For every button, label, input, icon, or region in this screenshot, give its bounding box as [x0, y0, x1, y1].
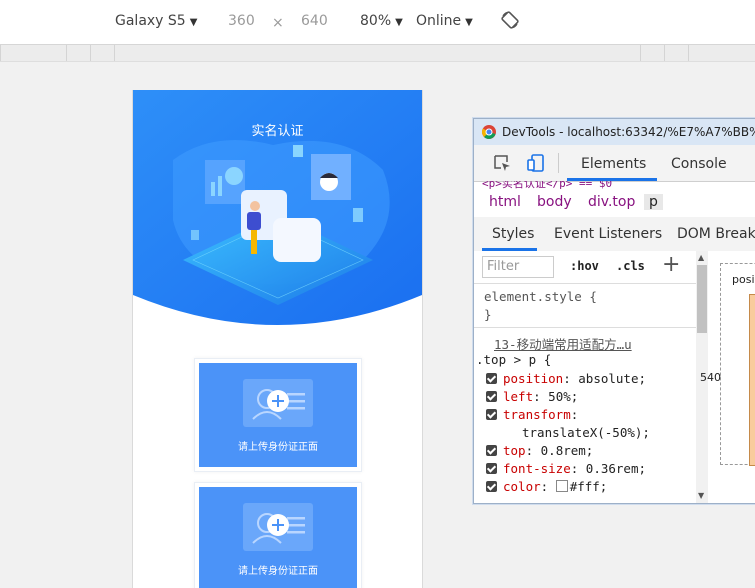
scrollbar-thumb[interactable] [697, 265, 707, 333]
declaration-checkbox[interactable] [486, 463, 497, 474]
style-declaration: top: 0.8rem; [486, 443, 593, 458]
declaration-property[interactable]: font-size [503, 461, 571, 476]
device-viewport: 实名认证 请上传身份证正面 请上传身份证正面 [132, 90, 423, 588]
devtools-titlebar[interactable]: DevTools - localhost:63342/%E7%A7%BB%E [474, 119, 755, 145]
declaration-property[interactable]: left [503, 389, 533, 404]
page-title: 实名认证 [251, 124, 304, 139]
tab-console[interactable]: Console [671, 156, 727, 172]
box-model-position-label: posi [732, 273, 755, 286]
dom-node-text: <p>实名认证</p> == $0 [482, 181, 613, 189]
declaration-checkbox[interactable] [486, 481, 497, 492]
styles-filter-input[interactable]: Filter [482, 256, 554, 278]
styles-subtabs: Styles Event Listeners DOM Breakp [474, 217, 755, 252]
declaration-checkbox[interactable] [486, 409, 497, 420]
declaration-value[interactable]: 0.36rem; [586, 461, 646, 476]
width-input[interactable]: 360 [228, 13, 255, 29]
rule-selector: .top > p { [476, 352, 552, 367]
zoom-select[interactable]: 80% ▼ [360, 13, 403, 29]
new-style-rule-icon[interactable]: + [662, 252, 680, 277]
id-card-add-icon [243, 503, 313, 551]
style-declaration: transform: [486, 407, 578, 422]
tab-elements[interactable]: Elements [581, 156, 646, 172]
upload-card-front[interactable]: 请上传身份证正面 [194, 358, 362, 472]
device-select-label: Galaxy S5 [115, 13, 186, 29]
upload-area[interactable]: 请上传身份证正面 [199, 487, 357, 588]
element-style-close: } [484, 307, 492, 322]
box-model-content [749, 294, 755, 466]
caret-down-icon: ▼ [395, 17, 403, 28]
breadcrumb-p[interactable]: p [644, 194, 663, 210]
declaration-checkbox[interactable] [486, 391, 497, 402]
upload-card-back[interactable]: 请上传身份证正面 [194, 482, 362, 588]
class-toggle[interactable]: .cls [616, 259, 645, 273]
declaration-value[interactable]: 0.8rem; [541, 443, 594, 458]
upload-card-label: 请上传身份证正面 [238, 566, 318, 577]
stylesheet-source-link[interactable]: 13-移动端常用适配方…u [494, 334, 632, 353]
declaration-property[interactable]: position [503, 371, 563, 386]
media-query-ruler[interactable] [0, 45, 755, 62]
styles-filter-row: Filter :hov .cls + [474, 251, 696, 284]
devtools-window-title: DevTools - localhost:63342/%E7%A7%BB%E [502, 125, 755, 139]
id-card-add-icon [243, 379, 313, 427]
tab-event-listeners[interactable]: Event Listeners [554, 226, 662, 242]
scroll-up-icon[interactable]: ▲ [698, 253, 704, 262]
color-swatch[interactable] [555, 480, 568, 492]
scroll-down-icon[interactable]: ▼ [698, 491, 704, 500]
declaration-value[interactable]: absolute; [578, 371, 646, 386]
declaration-value[interactable]: 50%; [548, 389, 578, 404]
height-input[interactable]: 640 [301, 13, 328, 29]
breadcrumb-body[interactable]: body [537, 194, 572, 210]
declaration-property[interactable]: transform [503, 407, 571, 422]
upload-area[interactable]: 请上传身份证正面 [199, 363, 357, 467]
box-model-value[interactable]: 540 [700, 371, 721, 384]
box-model-pane: posi 540 [700, 251, 755, 503]
style-declaration: left: 50%; [486, 389, 578, 404]
network-select-label: Online [416, 13, 462, 29]
style-declaration: color: #fff; [486, 479, 607, 494]
device-toolbar: Galaxy S5 ▼ 360 × 640 80% ▼ Online ▼ [0, 0, 755, 45]
declaration-value[interactable]: translateX(-50%); [522, 425, 650, 440]
breadcrumb-div-top[interactable]: div.top [588, 194, 635, 210]
element-style-selector: element.style { [484, 289, 597, 304]
declaration-checkbox[interactable] [486, 373, 497, 384]
breadcrumb-html[interactable]: html [489, 194, 521, 210]
network-throttle-select[interactable]: Online ▼ [416, 13, 473, 29]
devtools-main-tabs: Elements Console [474, 145, 755, 182]
declaration-checkbox[interactable] [486, 445, 497, 456]
styles-pane: Filter :hov .cls + element.style { } 13-… [474, 251, 697, 503]
hover-state-toggle[interactable]: :hov [570, 259, 599, 273]
box-model-diagram [720, 263, 755, 466]
caret-down-icon: ▼ [465, 17, 473, 28]
inspect-element-icon[interactable] [492, 153, 512, 173]
device-select[interactable]: Galaxy S5 ▼ [115, 13, 197, 29]
device-toolbar-toggle-icon[interactable] [526, 153, 546, 173]
dom-tree-peek[interactable]: <p>实名认证</p> == $0 [474, 181, 755, 189]
chrome-icon [482, 125, 496, 139]
declaration-property[interactable]: color [503, 479, 541, 494]
style-declaration: font-size: 0.36rem; [486, 461, 646, 476]
caret-down-icon: ▼ [189, 17, 198, 28]
devtools-window: DevTools - localhost:63342/%E7%A7%BB%E E… [473, 118, 755, 504]
rotate-icon[interactable] [500, 10, 520, 30]
upload-card-label: 请上传身份证正面 [238, 442, 318, 453]
zoom-select-label: 80% [360, 13, 392, 29]
breadcrumb: html body div.top p [474, 189, 755, 218]
style-declaration: position: absolute; [486, 371, 646, 386]
tab-dom-breakpoints[interactable]: DOM Breakp [677, 226, 755, 242]
dimension-separator: × [272, 15, 284, 31]
declaration-value[interactable]: #fff; [570, 479, 608, 494]
declaration-property[interactable]: top [503, 443, 526, 458]
tab-styles[interactable]: Styles [492, 226, 534, 242]
